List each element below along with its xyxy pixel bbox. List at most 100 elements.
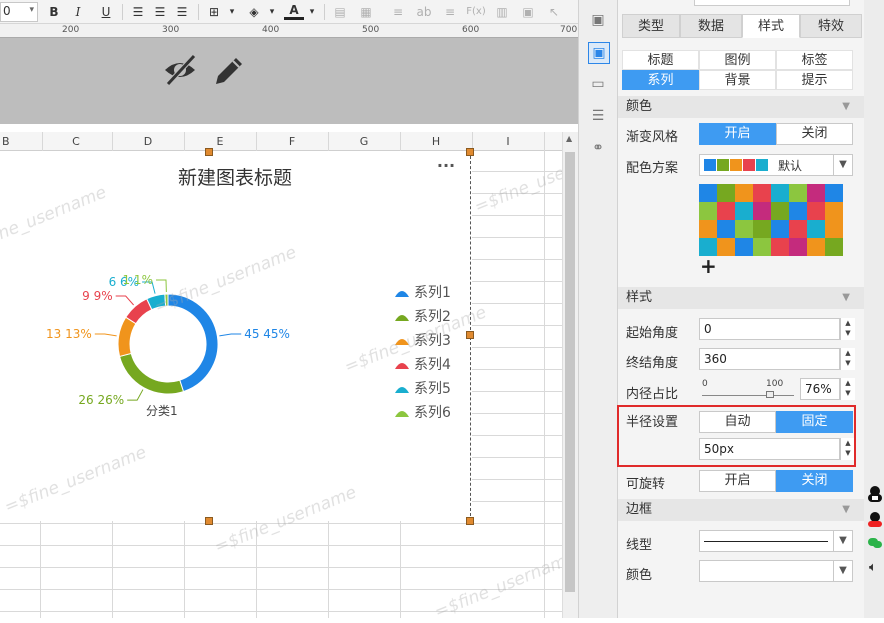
palette-swatch[interactable] — [717, 220, 735, 238]
style-tab-label[interactable]: 标签 — [776, 50, 853, 70]
pencil-icon[interactable] — [212, 54, 246, 88]
palette-swatch[interactable] — [735, 238, 753, 256]
tab-style[interactable]: 样式 — [742, 14, 800, 38]
palette-swatch[interactable] — [807, 184, 825, 202]
section-border[interactable]: 边框 ▼ — [618, 499, 864, 521]
penguin-icon[interactable] — [868, 486, 882, 502]
legend-item[interactable]: 系列6 — [394, 403, 451, 423]
chevron-down-icon[interactable]: ▾ — [262, 3, 282, 21]
align-right-icon[interactable]: ☰ — [172, 3, 192, 21]
palette-swatch[interactable] — [807, 238, 825, 256]
inner-ratio-input[interactable]: 76% — [800, 378, 840, 400]
scroll-up-icon[interactable]: ▲ — [566, 134, 572, 143]
tab-data[interactable]: 数据 — [680, 14, 742, 38]
style-tab-legend[interactable]: 图例 — [699, 50, 776, 70]
palette-swatch[interactable] — [825, 202, 843, 220]
palette-swatch[interactable] — [807, 202, 825, 220]
bold-button[interactable]: B — [44, 3, 64, 21]
palette-swatch[interactable] — [825, 184, 843, 202]
donut-slice[interactable] — [117, 316, 137, 358]
section-color[interactable]: 颜色 ▼ — [618, 96, 864, 118]
text-align-icon[interactable]: ≡ — [440, 3, 460, 21]
legend-item[interactable]: 系列1 — [394, 283, 451, 303]
donut-slice[interactable] — [118, 352, 185, 395]
rotate-off-button[interactable]: 关闭 — [776, 470, 853, 492]
palette-swatch[interactable] — [699, 184, 717, 202]
palette-swatch[interactable] — [825, 220, 843, 238]
start-angle-input[interactable]: 0 — [699, 318, 840, 340]
legend-item[interactable]: 系列4 — [394, 355, 451, 375]
column-header-cell[interactable]: B — [0, 132, 43, 151]
tab-effects[interactable]: 特效 — [800, 14, 862, 38]
condition-icon[interactable]: ☰ — [588, 106, 608, 126]
column-header-cell[interactable]: D — [112, 132, 185, 151]
color-scheme-select[interactable]: 默认 ▼ — [699, 154, 853, 176]
cell-element-icon[interactable]: ▣ — [588, 10, 608, 30]
resize-handle[interactable] — [466, 148, 474, 156]
palette-swatch[interactable] — [717, 202, 735, 220]
palette-swatch[interactable] — [699, 220, 717, 238]
italic-button[interactable]: I — [68, 3, 88, 21]
gradient-on-button[interactable]: 开启 — [699, 123, 776, 145]
ab-label[interactable]: ab — [414, 3, 434, 21]
column-header-cell[interactable]: E — [184, 132, 257, 151]
palette-swatch[interactable] — [717, 238, 735, 256]
chart-icon[interactable]: ▥ — [492, 3, 512, 21]
collapse-icon[interactable]: ▼ — [842, 96, 850, 118]
align-center-icon[interactable]: ☰ — [150, 3, 170, 21]
end-angle-stepper[interactable]: ▲ ▼ — [840, 348, 855, 370]
border-icon[interactable]: ⊞ — [204, 3, 224, 21]
chart-attributes-icon[interactable]: ▣ — [588, 42, 610, 64]
palette-swatch[interactable] — [771, 238, 789, 256]
palette-swatch[interactable] — [771, 184, 789, 202]
font-color-icon[interactable]: A — [284, 3, 304, 20]
grid-icon[interactable]: ▦ — [356, 3, 376, 21]
slider-thumb[interactable] — [766, 391, 774, 398]
chevron-down-icon[interactable]: ▼ — [833, 561, 852, 581]
palette-swatch[interactable] — [699, 202, 717, 220]
column-header-cell[interactable]: I — [472, 132, 545, 151]
palette-swatch[interactable] — [735, 220, 753, 238]
palette-swatch[interactable] — [735, 184, 753, 202]
add-color-button[interactable]: + — [700, 255, 717, 277]
line-type-select[interactable]: ▼ — [699, 530, 853, 552]
palette-swatch[interactable] — [771, 220, 789, 238]
style-tab-tooltip[interactable]: 提示 — [776, 70, 853, 90]
wechat-icon[interactable] — [868, 536, 882, 550]
inner-ratio-stepper[interactable]: ▲ ▼ — [840, 378, 855, 400]
inner-ratio-slider[interactable] — [702, 395, 794, 396]
column-header-cell[interactable]: F — [256, 132, 329, 151]
rotate-on-button[interactable]: 开启 — [699, 470, 776, 492]
palette-swatch[interactable] — [771, 202, 789, 220]
formula-button[interactable]: F(x) — [464, 3, 488, 21]
palette-swatch[interactable] — [753, 202, 771, 220]
gradient-off-button[interactable]: 关闭 — [776, 123, 853, 145]
column-header-cell[interactable]: G — [328, 132, 401, 151]
palette-swatch[interactable] — [807, 220, 825, 238]
chevron-down-icon[interactable]: ▼ — [833, 531, 852, 551]
column-header-cell[interactable]: H — [400, 132, 473, 151]
resize-handle[interactable] — [466, 331, 474, 339]
chevron-down-icon[interactable]: ▾ — [222, 3, 242, 21]
qq-icon[interactable] — [868, 512, 882, 528]
style-tab-series[interactable]: 系列 — [622, 70, 699, 90]
resize-handle[interactable] — [205, 148, 213, 156]
palette-swatch[interactable] — [789, 238, 807, 256]
palette-swatch[interactable] — [753, 184, 771, 202]
align-icon[interactable]: ≡ — [388, 3, 408, 21]
cell-format-icon[interactable]: ▤ — [330, 3, 350, 21]
font-size-select[interactable]: 0 ▾ — [0, 2, 38, 22]
resize-handle[interactable] — [205, 517, 213, 525]
column-header-cell[interactable]: C — [40, 132, 113, 151]
palette-swatch[interactable] — [735, 202, 753, 220]
speaker-icon[interactable]: 🔈︎ — [869, 560, 877, 575]
chevron-down-icon[interactable]: ▼ — [833, 155, 852, 175]
underline-button[interactable]: U — [96, 3, 116, 21]
legend-item[interactable]: 系列5 — [394, 379, 451, 399]
chevron-down-icon[interactable]: ▾ — [302, 3, 322, 21]
color-palette-grid[interactable] — [699, 184, 843, 256]
image-icon[interactable]: ▣ — [518, 3, 538, 21]
palette-swatch[interactable] — [825, 238, 843, 256]
scrollbar-thumb[interactable] — [565, 152, 575, 592]
tab-type[interactable]: 类型 — [622, 14, 680, 38]
